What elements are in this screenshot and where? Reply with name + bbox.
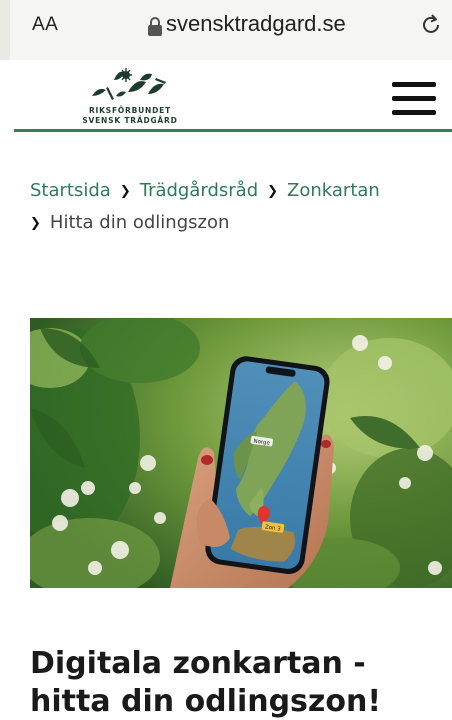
breadcrumb-link-zonkartan[interactable]: Zonkartan (287, 180, 380, 201)
reload-icon[interactable] (418, 12, 444, 38)
header-divider (14, 129, 452, 132)
browser-address-bar: AA svensktradgard.se (0, 0, 452, 60)
article-title: Digitala zonkartan - hitta din odlingszo… (30, 646, 382, 719)
hero-image: Norge Zon 3 (30, 318, 452, 588)
site-header: RIKSFÖRBUNDET SVENSK TRÄDGÅRD (0, 60, 452, 131)
breadcrumb-chevron-icon: ❯ (119, 184, 131, 199)
breadcrumb: Startsida ❯ Trädgårdsråd ❯ Zonkartan ❯ Hitta d… (30, 176, 440, 240)
breadcrumb-chevron-icon: ❯ (267, 184, 279, 199)
logo-text-line2: SVENSK TRÄDGÅRD (82, 116, 178, 125)
hand-holding-phone-image: Norge Zon 3 (30, 318, 452, 588)
breadcrumb-current: Hitta din odlingszon (49, 212, 230, 233)
site-logo[interactable]: RIKSFÖRBUNDET SVENSK TRÄDGÅRD (70, 66, 190, 128)
text-size-button[interactable]: AA (32, 14, 58, 36)
lock-icon (148, 17, 162, 36)
browser-edge (0, 0, 10, 60)
breadcrumb-link-tradgardsrad[interactable]: Trädgårdsråd (140, 180, 258, 201)
hamburger-menu-icon[interactable] (392, 82, 436, 116)
garden-tools-icon (92, 68, 166, 100)
logo-text-line1: RIKSFÖRBUNDET (88, 106, 171, 115)
breadcrumb-chevron-icon: ❯ (30, 216, 41, 231)
breadcrumb-link-startsida[interactable]: Startsida (30, 180, 111, 201)
url-domain[interactable]: svensktradgard.se (166, 11, 346, 37)
